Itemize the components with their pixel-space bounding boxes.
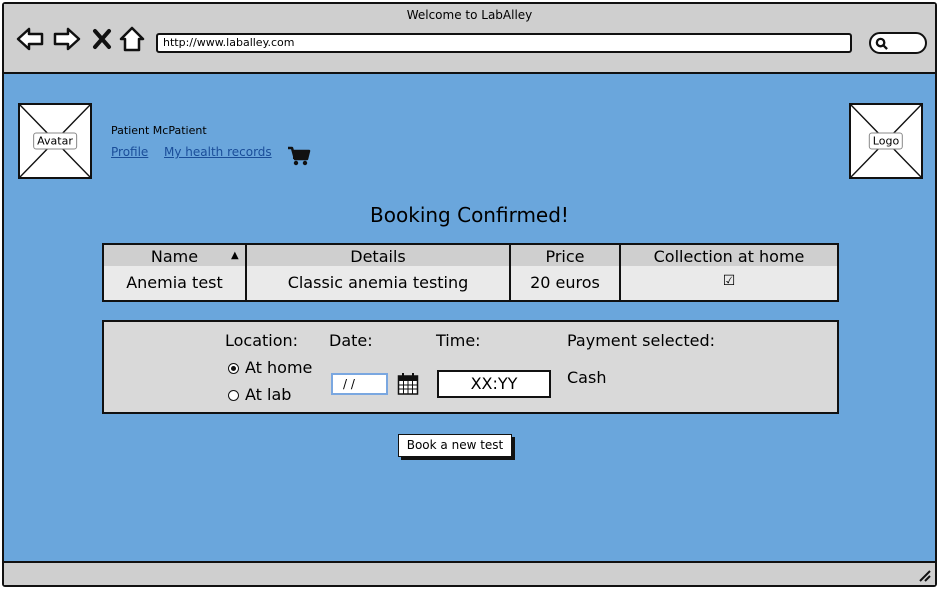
browser-toolbar: Welcome to LabAlley http://www.laballey.… [4, 4, 935, 74]
logo: Logo [849, 103, 923, 179]
payment-label: Payment selected: [567, 331, 716, 350]
page-title: Booking Confirmed! [370, 203, 569, 227]
resize-grip-icon[interactable] [917, 568, 931, 582]
table-cell-price[interactable]: 20 euros [511, 273, 619, 292]
column-header-name[interactable]: Name [104, 247, 245, 266]
search-icon [875, 37, 888, 50]
column-header-label: Name [150, 247, 199, 266]
window-title: Welcome to LabAlley [406, 8, 533, 22]
radio-at-home-label[interactable]: At home [245, 358, 312, 377]
booking-details-panel: Location: At home At lab Date: / / Time:… [102, 320, 839, 414]
book-new-test-button[interactable]: Book a new test [398, 434, 512, 457]
date-input[interactable]: / / [331, 373, 388, 395]
forward-icon[interactable] [53, 26, 81, 52]
radio-at-lab-label[interactable]: At lab [245, 385, 291, 404]
table-cell-name[interactable]: Anemia test [104, 273, 245, 292]
calendar-icon[interactable] [397, 372, 419, 396]
logo-label: Logo [868, 132, 904, 150]
home-icon[interactable] [119, 26, 145, 52]
url-bar[interactable]: http://www.laballey.com [156, 33, 852, 53]
back-icon[interactable] [16, 26, 44, 52]
location-label: Location: [225, 331, 299, 350]
payment-value: Cash [567, 368, 607, 387]
collection-checkbox[interactable]: ☑ [621, 273, 837, 289]
date-label: Date: [329, 331, 373, 350]
column-header-price[interactable]: Price [511, 247, 619, 266]
avatar: Avatar [18, 103, 92, 179]
sort-ascending-icon[interactable]: ▲ [231, 250, 239, 261]
time-label: Time: [436, 331, 481, 350]
column-header-collection[interactable]: Collection at home [621, 247, 837, 266]
avatar-label: Avatar [33, 132, 77, 150]
browser-search-box[interactable] [869, 32, 927, 54]
time-input[interactable]: XX:YY [437, 370, 551, 398]
browser-window: Welcome to LabAlley http://www.laballey.… [2, 2, 937, 587]
cart-icon[interactable] [287, 145, 311, 167]
health-records-link[interactable]: My health records [164, 145, 272, 159]
patient-name: Patient McPatient [111, 124, 207, 137]
booking-table: Name ▲ Details Price Collection at home … [102, 243, 839, 302]
close-icon[interactable] [92, 26, 112, 52]
radio-at-lab[interactable] [228, 390, 239, 401]
profile-link[interactable]: Profile [111, 145, 148, 159]
radio-at-home[interactable] [228, 363, 239, 374]
status-bar [4, 561, 935, 585]
column-header-details[interactable]: Details [247, 247, 509, 266]
table-cell-details[interactable]: Classic anemia testing [247, 273, 509, 292]
